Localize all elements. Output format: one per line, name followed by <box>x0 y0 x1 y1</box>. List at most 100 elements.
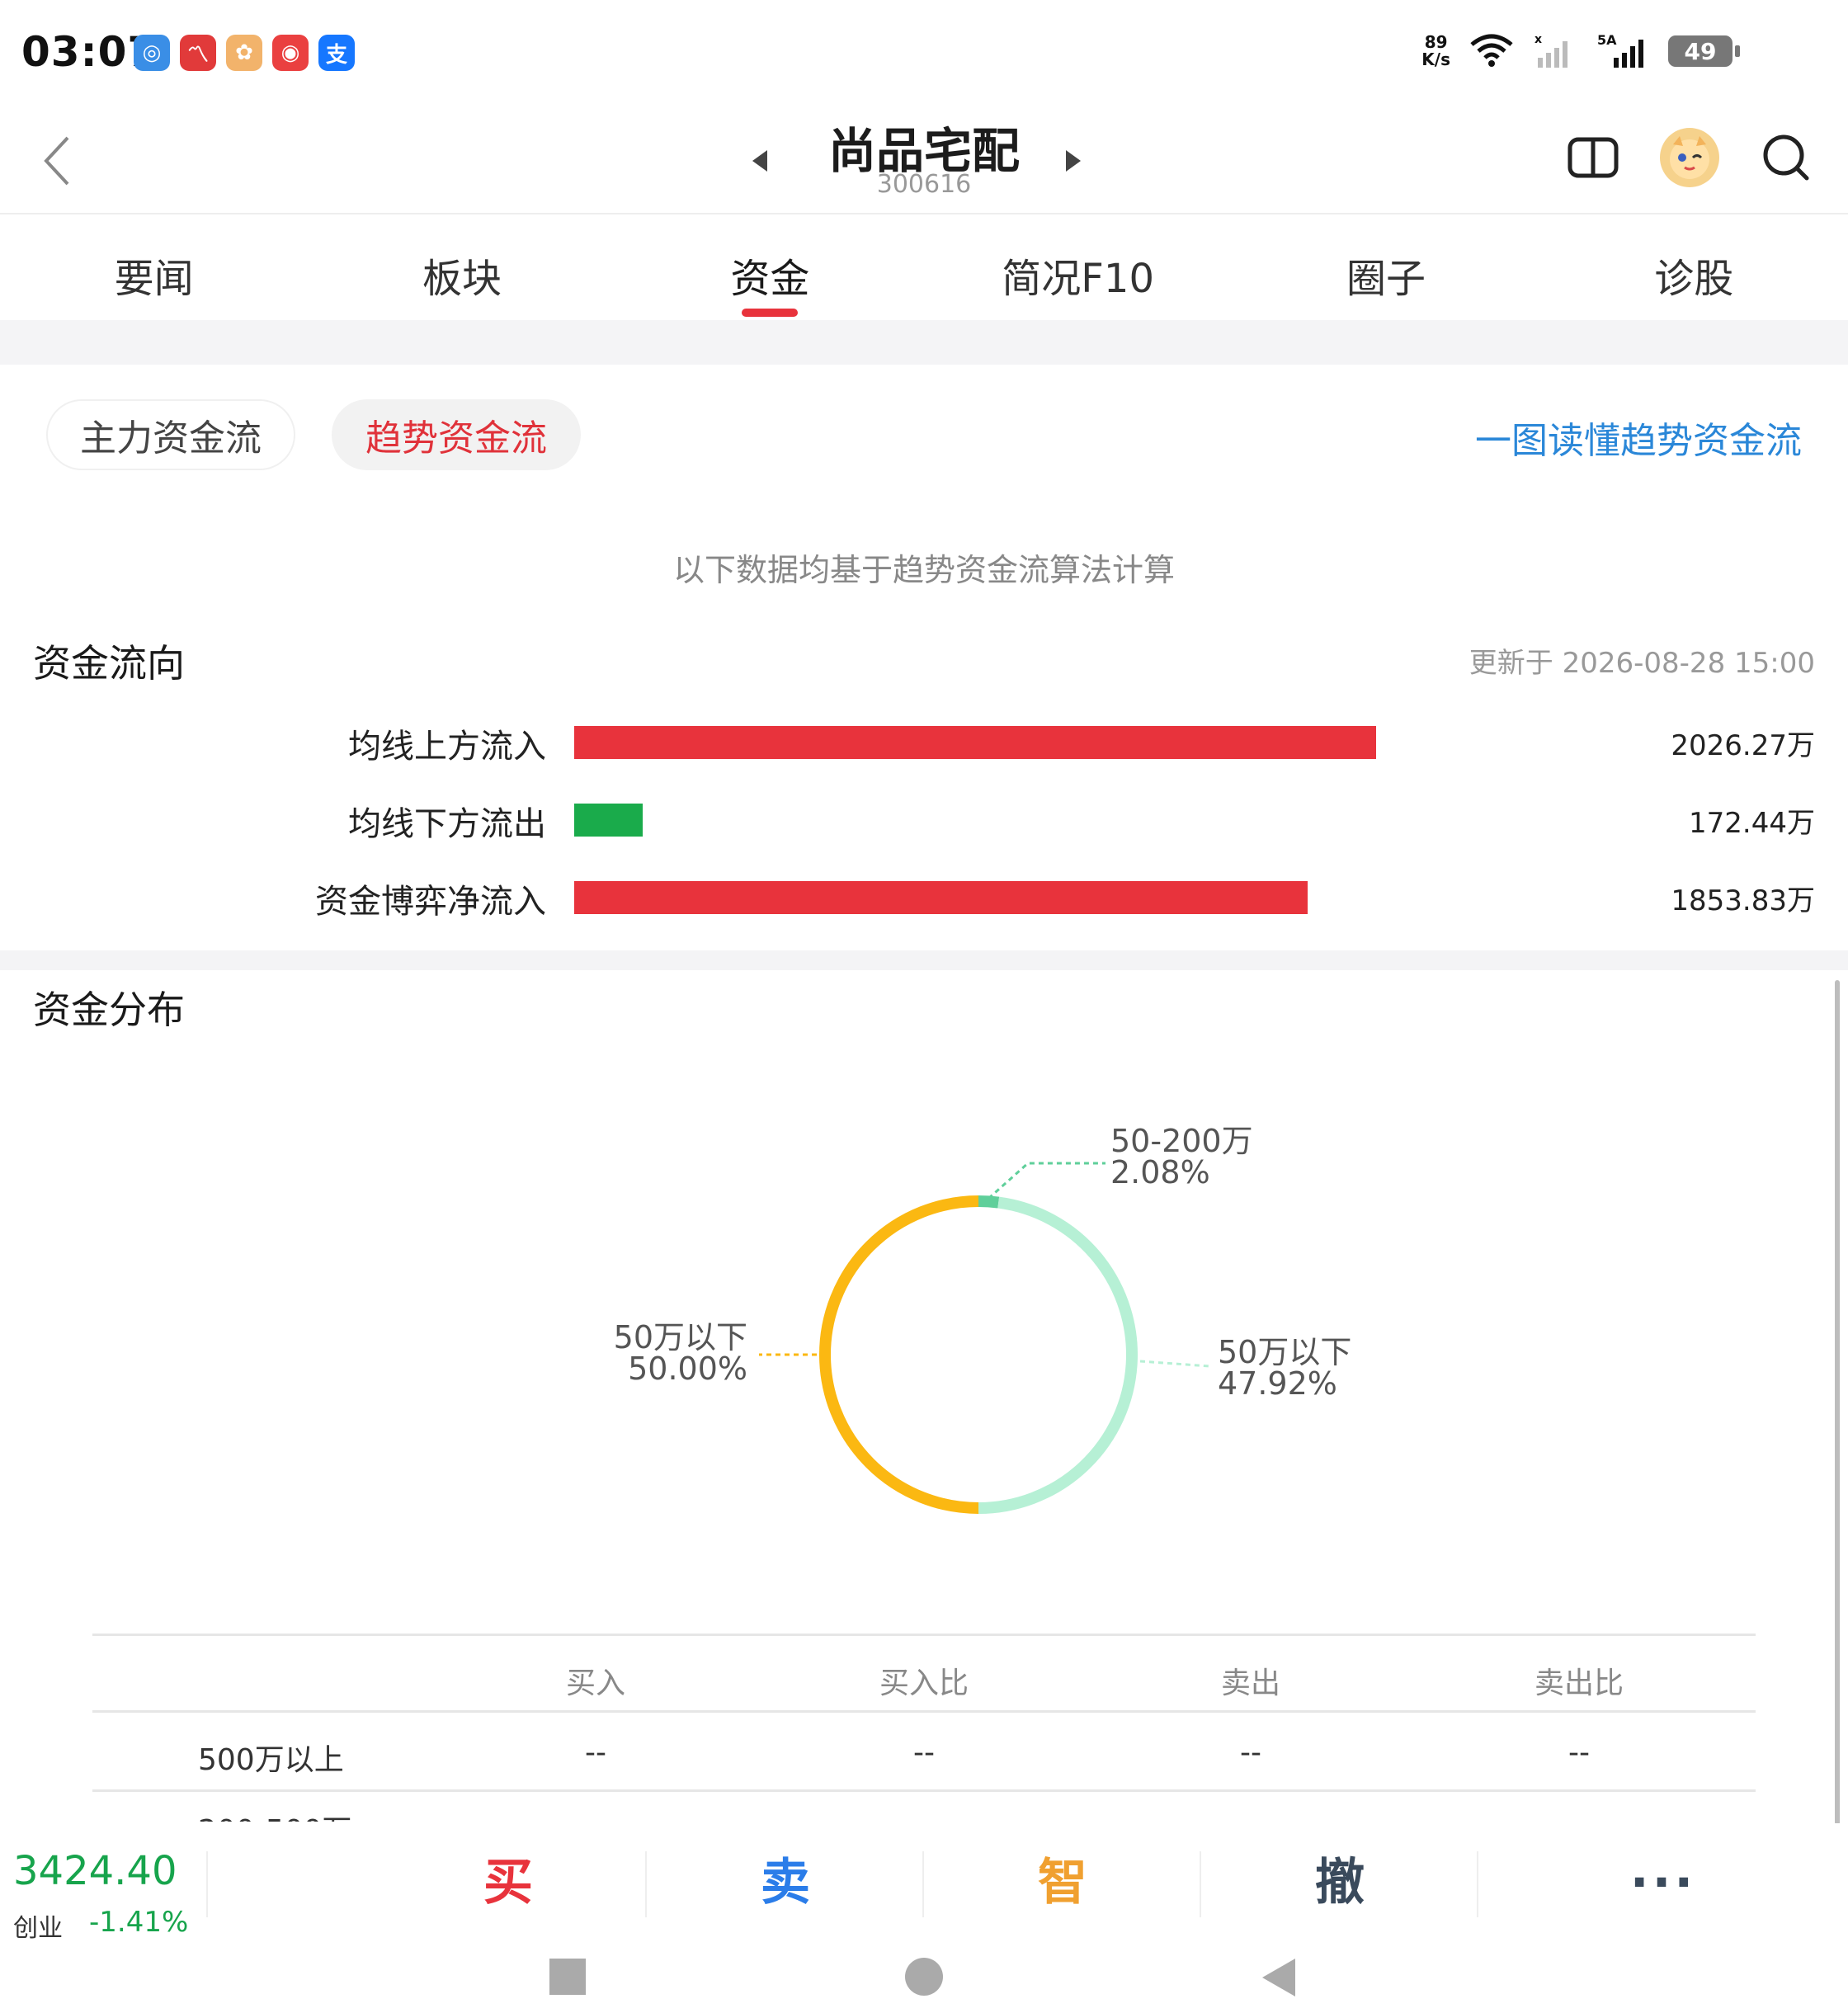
table-header: 卖出 <box>1220 1666 1280 1700</box>
network-speed-value: 89 <box>1424 32 1448 52</box>
donut-label-50-200: 50-200万 2.08% <box>1110 1125 1253 1188</box>
active-tab-indicator <box>742 309 799 317</box>
mascot-icon <box>1670 136 1709 179</box>
tab-label: 资金 <box>730 256 810 302</box>
update-time: 更新于 2026-08-28 15:00 <box>1468 647 1815 680</box>
donut-slice-2 <box>819 1195 979 1514</box>
slice-percent: 47.92% <box>1218 1365 1337 1402</box>
split-view-icon <box>1568 137 1619 178</box>
status-bar: 03:07 ◎ 〽 ✿ ◉ 支 89 K/s x 5A 49 <box>0 0 1848 107</box>
divider <box>1477 1851 1478 1917</box>
stock-app-icon: 〽 <box>180 35 216 71</box>
trade-bar: 3424.40 创业 -1.41% 买 卖 智 撤 ··· <box>0 1823 1848 1943</box>
divider <box>206 1851 208 1917</box>
mascot-app-icon: ✿ <box>226 35 262 71</box>
donut-label-under-50-left: 50万以下 50.00% <box>607 1322 747 1384</box>
tab-label: 简况F10 <box>1002 256 1154 302</box>
network-speed-unit: K/s <box>1421 50 1450 69</box>
slice-label: 50万以下 <box>1218 1334 1352 1370</box>
search-button[interactable] <box>1757 129 1815 186</box>
flow-value: 2026.27万 <box>1671 729 1815 762</box>
tab-label: 要闻 <box>114 256 194 302</box>
square-icon <box>549 1959 586 1995</box>
tab-diagnosis[interactable]: 诊股 <box>1540 216 1848 320</box>
donut-label-under-50-right: 50万以下 47.92% <box>1218 1336 1351 1399</box>
main-tabs: 要闻 板块 资金 简况F10 圈子 诊股 <box>0 216 1848 320</box>
flow-value: 172.44万 <box>1689 807 1815 840</box>
caret-right-icon <box>1066 150 1081 172</box>
slice-label: 50-200万 <box>1110 1123 1253 1159</box>
tab-f10-profile[interactable]: 简况F10 <box>924 216 1232 320</box>
scrollbar[interactable] <box>1835 980 1840 1825</box>
leader-line-1 <box>1139 1360 1210 1368</box>
wifi-icon <box>1470 34 1513 67</box>
flow-bar <box>574 881 1308 914</box>
row-label: 200-500万 <box>198 1807 351 1822</box>
more-button[interactable]: ··· <box>1525 1850 1802 1916</box>
split-view-button[interactable] <box>1564 129 1622 186</box>
recents-button[interactable] <box>548 1957 587 1996</box>
svg-text:x: x <box>1534 33 1542 46</box>
system-nav-bar <box>0 1939 1848 2013</box>
tab-label: 圈子 <box>1346 256 1426 302</box>
signal-sim2-icon: 5A <box>1597 33 1643 68</box>
sell-button[interactable]: 卖 <box>647 1850 924 1916</box>
fund-distribution-title: 资金分布 <box>33 988 185 1032</box>
algorithm-note: 以下数据均基于趋势资金流算法计算 <box>672 552 1175 588</box>
table-header: 卖出比 <box>1534 1666 1624 1700</box>
header-actions <box>1564 128 1815 187</box>
slice-label: 50万以下 <box>613 1319 747 1355</box>
red-app-icon: ◉ <box>272 35 309 71</box>
smart-order-button[interactable]: 智 <box>924 1850 1201 1916</box>
flow-row-net-inflow: 资金博弈净流入 1853.83万 <box>0 870 1848 921</box>
flow-row-outflow: 均线下方流出 172.44万 <box>0 792 1848 843</box>
table-row: 200-500万 <box>92 1792 1756 1822</box>
row-label: 500万以上 <box>198 1743 344 1777</box>
fund-distribution-donut: 50-200万 2.08% 50万以下 47.92% 50万以下 50.00% <box>528 1072 1353 1568</box>
slice-percent: 50.00% <box>628 1351 747 1387</box>
triangle-back-icon <box>1262 1959 1295 1996</box>
network-speed: 89 K/s <box>1421 34 1450 68</box>
browser-app-icon: ◎ <box>134 35 170 71</box>
tab-funds[interactable]: 资金 <box>616 216 924 320</box>
tab-label: 诊股 <box>1654 256 1734 302</box>
tab-community[interactable]: 圈子 <box>1232 216 1539 320</box>
section-gap <box>0 320 1848 365</box>
fund-flow-title: 资金流向 <box>33 641 185 686</box>
home-button[interactable] <box>904 1957 944 1996</box>
table-header: 买入比 <box>879 1666 969 1700</box>
svg-text:5A: 5A <box>1597 33 1617 48</box>
search-icon <box>1763 134 1809 181</box>
index-value: 3424.40 <box>13 1848 177 1894</box>
signal-sim1-icon: x <box>1534 33 1568 68</box>
slice-percent: 2.08% <box>1110 1154 1210 1190</box>
back-nav-button[interactable] <box>1261 1957 1297 1998</box>
stock-header: 尚品宅配 300616 <box>0 107 1848 214</box>
alipay-app-icon: 支 <box>318 35 355 71</box>
flow-label: 均线下方流出 <box>348 805 546 843</box>
trend-flow-guide-link[interactable]: 一图读懂趋势资金流 <box>1475 411 1802 464</box>
subtab-trend-fund-flow[interactable]: 趋势资金流 <box>332 399 581 470</box>
tab-label: 板块 <box>422 256 502 302</box>
status-right-group: 89 K/s x 5A 49 <box>1421 33 1740 69</box>
buy-button[interactable]: 买 <box>370 1850 647 1916</box>
flow-bar <box>574 804 643 837</box>
flow-row-inflow: 均线上方流入 2026.27万 <box>0 714 1848 766</box>
table-cell: -- <box>1240 1736 1261 1770</box>
cancel-order-button[interactable]: 撤 <box>1201 1850 1478 1916</box>
flow-bar <box>574 726 1376 759</box>
table-cell: -- <box>913 1736 935 1770</box>
mascot-avatar[interactable] <box>1660 128 1719 187</box>
table-header-row: 买入 买入比 卖出 卖出比 <box>92 1634 1756 1713</box>
battery-icon: 49 <box>1668 35 1740 67</box>
next-stock-button[interactable] <box>1064 148 1082 177</box>
flow-value: 1853.83万 <box>1671 884 1815 917</box>
subtab-main-fund-flow[interactable]: 主力资金流 <box>46 399 295 470</box>
flow-label: 资金博弈净流入 <box>315 883 546 921</box>
flow-label: 均线上方流入 <box>348 728 546 766</box>
table-header: 买入 <box>565 1666 625 1700</box>
tab-news[interactable]: 要闻 <box>0 216 308 320</box>
table-row: 500万以上 -- -- -- -- <box>92 1713 1756 1792</box>
section-separator <box>0 950 1848 970</box>
tab-sectors[interactable]: 板块 <box>308 216 615 320</box>
